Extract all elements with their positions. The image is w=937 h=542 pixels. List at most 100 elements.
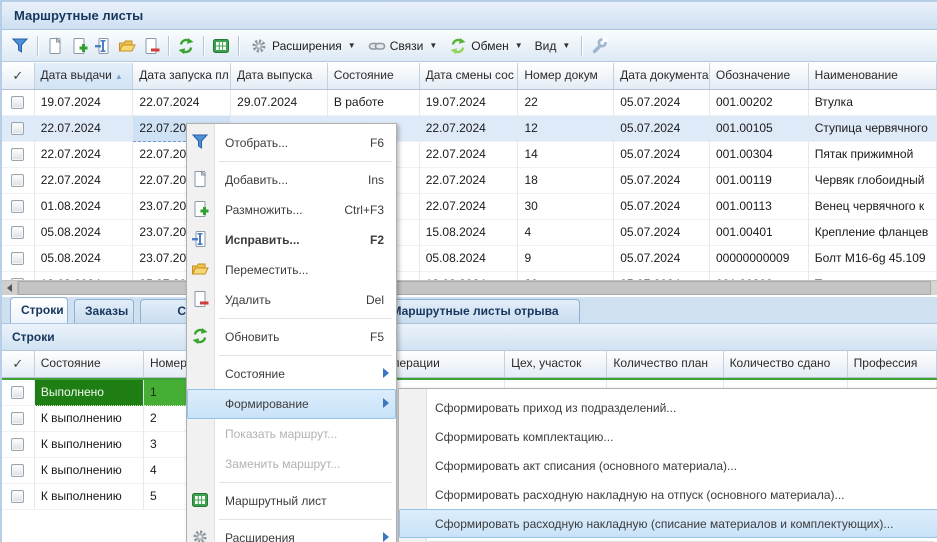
menu-item-сформировать-расходную-накладную-на-отпуск-основного-материала[interactable]: Сформировать расходную накладную на отпу… bbox=[399, 480, 937, 509]
cell: 05.07.2024 bbox=[614, 168, 710, 194]
cell: К выполнению bbox=[35, 406, 144, 432]
row-checkbox-cell[interactable] bbox=[2, 406, 35, 432]
route-sheets-col-состояние[interactable]: Состояние bbox=[328, 63, 420, 89]
refresh-icon bbox=[177, 37, 195, 55]
checkbox[interactable] bbox=[11, 148, 24, 161]
table-row[interactable]: 05.08.202423.07.202415.08.2024405.07.202… bbox=[2, 220, 937, 246]
tab-строки[interactable]: Строки bbox=[10, 297, 68, 323]
row-checkbox-cell[interactable] bbox=[2, 458, 35, 484]
checkbox[interactable] bbox=[11, 490, 24, 503]
checkbox[interactable] bbox=[11, 122, 24, 135]
refresh-button[interactable] bbox=[174, 34, 198, 58]
tab-маршрутные-листы-отрыва[interactable]: Маршрутные листы отрыва bbox=[370, 299, 580, 323]
scroll-left-button[interactable] bbox=[2, 281, 18, 295]
move-button[interactable] bbox=[115, 34, 139, 58]
menu-item-размножить[interactable]: Размножить...Ctrl+F3 bbox=[187, 195, 396, 225]
checkbox[interactable] bbox=[11, 174, 24, 187]
rows-col-состояние[interactable]: Состояние bbox=[35, 351, 144, 377]
checkbox[interactable] bbox=[11, 386, 24, 399]
table-row[interactable]: 01.08.202423.07.202422.07.20243005.07.20… bbox=[2, 194, 937, 220]
table-row[interactable]: 19.07.202422.07.202429.07.2024В работе19… bbox=[2, 90, 937, 116]
row-checkbox-cell[interactable] bbox=[2, 484, 35, 510]
cell: Червяк глобоидный bbox=[809, 168, 937, 194]
menu-item-сформировать-акт-списания-основного-материала[interactable]: Сформировать акт списания (основного мат… bbox=[399, 451, 937, 480]
duplicate-button[interactable] bbox=[67, 34, 91, 58]
extensions-menu[interactable]: Расширения▼ bbox=[244, 34, 362, 58]
route-sheets-col-обозначение[interactable]: Обозначение bbox=[710, 63, 809, 89]
delete-button[interactable] bbox=[139, 34, 163, 58]
route-sheets-col-дата-документа[interactable]: Дата документа bbox=[614, 63, 710, 89]
menu-item-label: Маршрутный лист bbox=[225, 494, 384, 508]
row-checkbox-cell[interactable] bbox=[2, 432, 35, 458]
checkbox[interactable] bbox=[11, 252, 24, 265]
route-sheets-col-номер-докум[interactable]: Номер докум bbox=[518, 63, 614, 89]
filter-button[interactable] bbox=[8, 34, 32, 58]
row-checkbox-cell[interactable] bbox=[2, 380, 35, 406]
menu-item-расширения[interactable]: Расширения bbox=[187, 523, 396, 542]
new-doc-icon bbox=[191, 170, 209, 188]
rows-col-цех-участок[interactable]: Цех, участок bbox=[505, 351, 607, 377]
exchange-menu[interactable]: Обмен▼ bbox=[443, 34, 528, 58]
checkbox[interactable] bbox=[11, 412, 24, 425]
row-checkbox-cell[interactable] bbox=[2, 168, 35, 194]
settings-button[interactable] bbox=[587, 34, 611, 58]
checkbox[interactable] bbox=[11, 464, 24, 477]
menu-item-переместить[interactable]: Переместить... bbox=[187, 255, 396, 285]
menu-shortcut: Del bbox=[366, 293, 384, 307]
menu-item-сформировать-комплектацию[interactable]: Сформировать комплектацию... bbox=[399, 422, 937, 451]
cell: Крепление фланцев bbox=[809, 220, 937, 246]
add-button[interactable] bbox=[43, 34, 67, 58]
copy-doc-icon bbox=[70, 37, 88, 55]
menu-item-добавить[interactable]: Добавить...Ins bbox=[187, 165, 396, 195]
route-sheets-col-дата-запуска-пл[interactable]: Дата запуска пл bbox=[133, 63, 231, 89]
menu-item-сформировать-приход-из-подразделений[interactable]: Сформировать приход из подразделений... bbox=[399, 393, 937, 422]
cell: 9 bbox=[518, 246, 614, 272]
scrollbar-thumb[interactable] bbox=[18, 281, 931, 295]
cell: К выполнению bbox=[35, 458, 144, 484]
excel-button[interactable] bbox=[209, 34, 233, 58]
menu-item-исправить[interactable]: Исправить...F2 bbox=[187, 225, 396, 255]
menu-item-удалить[interactable]: УдалитьDel bbox=[187, 285, 396, 315]
route-sheets-col-наименование[interactable]: Наименование bbox=[809, 63, 937, 89]
menu-item-формирование[interactable]: Формирование bbox=[187, 389, 396, 419]
horizontal-scrollbar[interactable] bbox=[2, 280, 937, 295]
checkbox[interactable] bbox=[11, 226, 24, 239]
row-checkbox-cell[interactable] bbox=[2, 272, 35, 280]
row-checkbox-cell[interactable] bbox=[2, 116, 35, 142]
menu-item-label: Обновить bbox=[225, 330, 352, 344]
row-checkbox-cell[interactable] bbox=[2, 246, 35, 272]
route-sheets-col-check[interactable]: ✓ bbox=[2, 63, 35, 89]
checkbox[interactable] bbox=[11, 278, 24, 280]
row-checkbox-cell[interactable] bbox=[2, 194, 35, 220]
menu-item-сформировать-расходную-накладную-списание-материалов-и-комплектующих[interactable]: Сформировать расходную накладную (списан… bbox=[399, 509, 937, 538]
table-row[interactable]: 05.08.202423.07.202405.08.2024905.07.202… bbox=[2, 246, 937, 272]
checkbox[interactable] bbox=[11, 96, 24, 109]
checkbox[interactable] bbox=[11, 200, 24, 213]
table-row[interactable]: 13.08.202425.07.202413.08.20242005.07.20… bbox=[2, 272, 937, 280]
row-checkbox-cell[interactable] bbox=[2, 142, 35, 168]
checkbox[interactable] bbox=[11, 438, 24, 451]
tab-заказы[interactable]: Заказы bbox=[74, 299, 134, 323]
edit-button[interactable] bbox=[91, 34, 115, 58]
menu-item-обновить[interactable]: ОбновитьF5 bbox=[187, 322, 396, 352]
table-row[interactable]: 22.07.202422.07.202422.07.20241405.07.20… bbox=[2, 142, 937, 168]
links-menu[interactable]: Связи▼ bbox=[362, 34, 444, 58]
rows-col-профессия[interactable]: Профессия bbox=[848, 351, 937, 377]
route-sheets-col-дата-выдачи[interactable]: Дата выдачи▲ bbox=[35, 63, 134, 89]
menu-item-маршрутный-лист[interactable]: Маршрутный лист bbox=[187, 486, 396, 516]
rows-col-количество-план[interactable]: Количество план bbox=[607, 351, 723, 377]
row-checkbox-cell[interactable] bbox=[2, 220, 35, 246]
menu-item-отобрать[interactable]: Отобрать...F6 bbox=[187, 128, 396, 158]
row-checkbox-cell[interactable] bbox=[2, 90, 35, 116]
rows-col-check[interactable]: ✓ bbox=[2, 351, 35, 377]
menu-item-состояние[interactable]: Состояние bbox=[187, 359, 396, 389]
rows-col-количество-сдано[interactable]: Количество сдано bbox=[724, 351, 848, 377]
chevron-down-icon: ▼ bbox=[515, 41, 523, 50]
cell: 05.07.2024 bbox=[614, 246, 710, 272]
table-row[interactable]: 22.07.202422.07.202426.07.2024В работе22… bbox=[2, 116, 937, 142]
cell: 22.07.2024 bbox=[35, 116, 134, 142]
view-menu[interactable]: Вид▼ bbox=[529, 34, 577, 58]
route-sheets-col-дата-смены-сос[interactable]: Дата смены сос bbox=[420, 63, 519, 89]
table-row[interactable]: 22.07.202422.07.202422.07.20241805.07.20… bbox=[2, 168, 937, 194]
route-sheets-col-дата-выпуска[interactable]: Дата выпуска bbox=[231, 63, 328, 89]
